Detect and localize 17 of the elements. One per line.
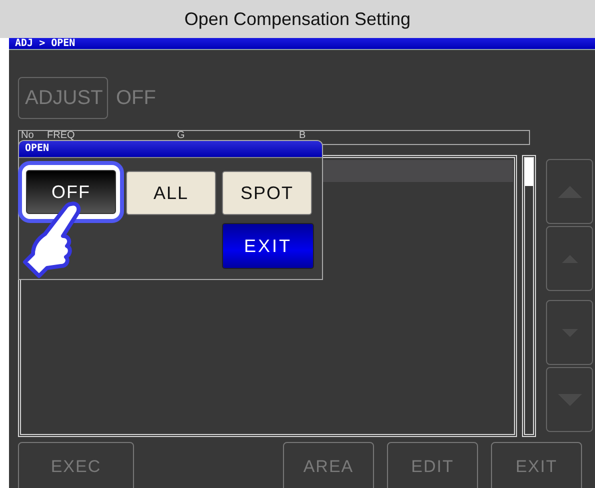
- column-header: G: [177, 131, 185, 141]
- page-title: Open Compensation Setting: [184, 8, 411, 30]
- scroll-button[interactable]: [546, 300, 593, 365]
- exit-button[interactable]: EXIT: [222, 223, 314, 269]
- option-button[interactable]: OFF: [26, 170, 116, 214]
- option-button[interactable]: SPOT: [222, 171, 312, 215]
- column-header: B: [299, 131, 306, 141]
- scroll-button[interactable]: [546, 367, 593, 432]
- scroll-button[interactable]: [546, 159, 593, 224]
- option-button[interactable]: ALL: [126, 171, 216, 215]
- scroll-button[interactable]: [546, 226, 593, 291]
- adjust-value: OFF: [116, 86, 156, 110]
- breadcrumb: ADJ > OPEN: [15, 38, 76, 49]
- column-header: FREQ: [47, 131, 75, 141]
- dialog-title: OPEN: [19, 141, 322, 158]
- scrollbar[interactable]: [522, 155, 536, 437]
- column-header: No: [21, 131, 34, 141]
